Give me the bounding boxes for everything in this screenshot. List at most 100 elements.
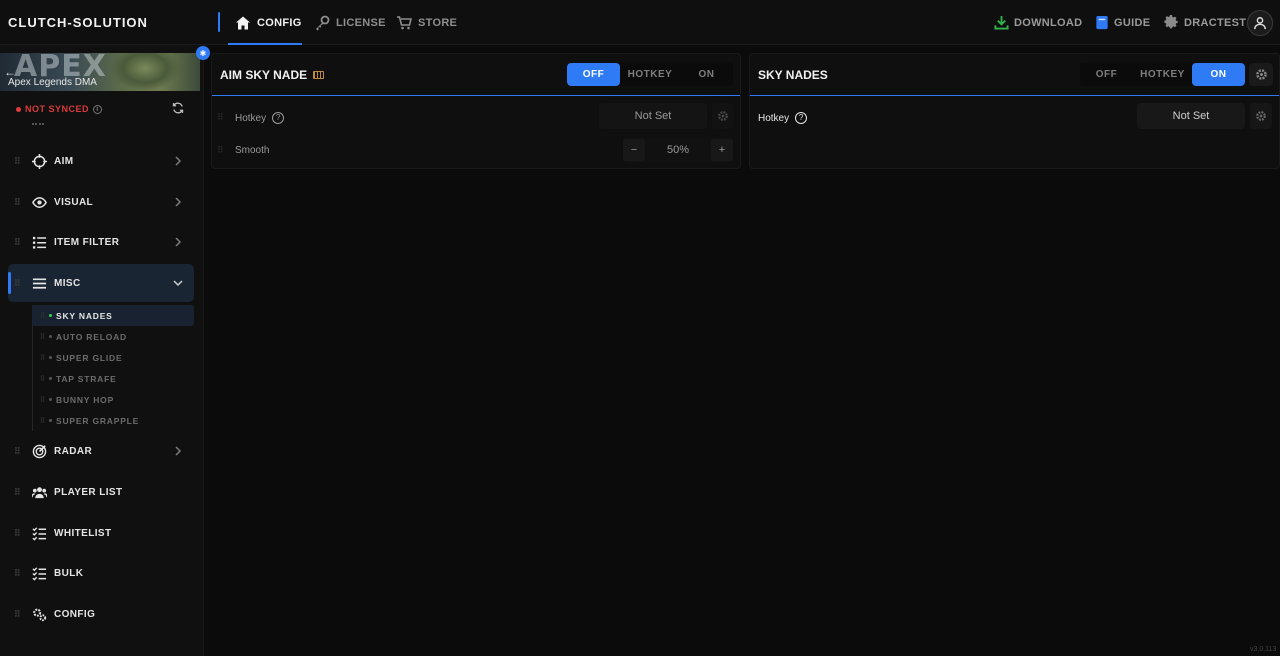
submenu-item-auto-reload[interactable]: ⠿ AUTO RELOAD	[32, 326, 194, 347]
row-label: Smooth	[235, 145, 269, 156]
tab-store-label: STORE	[418, 16, 458, 29]
sidebar-item-whitelist[interactable]: ⠿ WHITELIST	[8, 514, 194, 552]
book-icon	[1096, 15, 1108, 30]
drag-handle-icon[interactable]: ⠿	[14, 609, 21, 620]
status-dot-icon	[49, 356, 52, 359]
keyboard-icon	[313, 71, 325, 79]
toggle-off[interactable]: OFF	[567, 63, 620, 86]
smooth-value[interactable]: 50%	[645, 144, 711, 156]
sidebar-item-visual[interactable]: ⠿ VISUAL	[8, 183, 194, 221]
settings-gear-icon[interactable]	[1249, 63, 1273, 86]
chevron-right-icon	[175, 156, 182, 166]
sidebar-item-label: MISC	[54, 277, 81, 289]
settings-gear-icon[interactable]	[1250, 103, 1272, 129]
drag-handle-icon[interactable]: ⠿	[14, 528, 21, 539]
drag-handle-icon[interactable]: ⠿	[217, 112, 224, 123]
checklist-icon	[32, 567, 47, 581]
avatar[interactable]	[1247, 10, 1273, 36]
panel-title-text: AIM SKY NADE	[220, 68, 308, 82]
row-label: Hotkey ?	[758, 112, 808, 124]
settings-gear-icon[interactable]	[712, 103, 734, 129]
sidebar-item-player-list[interactable]: ⠿ PLAYER LIST	[8, 473, 194, 511]
row-hotkey: Hotkey ? Not Set	[750, 100, 1279, 133]
drag-handle-icon[interactable]: ⠿	[14, 197, 21, 208]
decrement-button[interactable]: −	[623, 139, 645, 161]
submenu-item-super-grapple[interactable]: ⠿ SUPER GRAPPLE	[32, 410, 194, 431]
drag-handle-icon[interactable]: ⠿	[14, 237, 21, 248]
guide-button[interactable]: GUIDE	[1095, 0, 1150, 45]
version-label: v3.0.113	[1250, 646, 1277, 653]
download-icon	[994, 15, 1009, 30]
submenu-item-tap-strafe[interactable]: ⠿ TAP STRAFE	[32, 368, 194, 389]
help-icon[interactable]: ?	[272, 112, 285, 124]
chevron-right-icon	[175, 197, 182, 207]
sidebar-item-radar[interactable]: ⠿ RADAR	[8, 432, 194, 470]
tab-store[interactable]: STORE	[396, 0, 457, 45]
sync-status: NOT SYNCED i	[16, 104, 103, 114]
game-banner[interactable]: APEX ← Apex Legends DMA	[0, 53, 200, 91]
brand-logo: CLUTCH-SOLUTION	[8, 15, 148, 30]
sidebar: APEX ← Apex Legends DMA ✱ NOT SYNCED i ⠿…	[0, 45, 210, 656]
sidebar-item-config[interactable]: ⠿ CONFIG	[8, 595, 194, 633]
submenu-label: SKY NADES	[56, 310, 113, 321]
submenu-label: TAP STRAFE	[56, 373, 117, 384]
key-icon	[316, 15, 330, 30]
sidebar-item-aim[interactable]: ⠿ AIM	[8, 142, 194, 180]
row-smooth: ⠿ Smooth − 50% +	[212, 133, 740, 166]
panel-header: AIM SKY NADE OFF HOTKEY ON	[212, 54, 740, 96]
drag-handle-icon[interactable]: ⠿	[14, 156, 21, 167]
submenu-label: SUPER GLIDE	[56, 352, 123, 363]
download-label: DOWNLOAD	[1014, 16, 1083, 29]
user-icon	[1254, 17, 1266, 30]
info-icon[interactable]: i	[93, 104, 103, 114]
submenu-item-bunny-hop[interactable]: ⠿ BUNNY HOP	[32, 389, 194, 410]
help-icon[interactable]: ?	[795, 112, 808, 124]
toggle-off[interactable]: OFF	[1080, 63, 1133, 86]
sidebar-item-item-filter[interactable]: ⠿ ITEM FILTER	[8, 223, 194, 261]
list-icon	[32, 236, 47, 249]
chevron-right-icon	[175, 446, 182, 456]
top-separator	[218, 12, 220, 32]
sidebar-item-label: PLAYER LIST	[54, 486, 123, 498]
status-dot-icon	[49, 398, 52, 401]
row-label: Hotkey ?	[235, 112, 285, 124]
toggle-hotkey[interactable]: HOTKEY	[620, 63, 680, 86]
misc-submenu: ⠿ SKY NADES ⠿ AUTO RELOAD ⠿ SUPER GLIDE ⠿ TA…	[32, 305, 194, 431]
tab-config[interactable]: CONFIG	[235, 0, 302, 45]
status-dot-icon	[16, 106, 21, 112]
chevron-down-icon	[173, 280, 183, 287]
increment-button[interactable]: +	[711, 139, 733, 161]
sidebar-item-bulk[interactable]: ⠿ BULK	[8, 554, 194, 592]
drag-handle-icon[interactable]: ⠿	[14, 487, 21, 498]
tab-license[interactable]: LICENSE	[314, 0, 386, 45]
top-bar: CLUTCH-SOLUTION CONFIG LICENSE STORE DOW…	[0, 0, 1280, 45]
hotkey-button[interactable]: Not Set	[599, 103, 707, 129]
toggle-on[interactable]: ON	[680, 63, 733, 86]
guide-label: GUIDE	[1114, 16, 1151, 29]
panel-sky-nades: SKY NADES OFF HOTKEY ON Hotkey ? Not Set	[749, 53, 1280, 169]
gears-icon	[33, 608, 47, 622]
refresh-icon[interactable]	[172, 102, 184, 114]
submenu-item-sky-nades[interactable]: ⠿ SKY NADES	[32, 305, 194, 326]
pin-icon[interactable]: ✱	[196, 46, 210, 60]
game-subtitle: Apex Legends DMA	[8, 77, 97, 88]
tab-config-label: CONFIG	[257, 16, 302, 29]
status-dot-icon	[49, 377, 52, 380]
drag-handle-icon[interactable]: ⠿	[14, 568, 21, 579]
user-menu[interactable]: DRACTEST	[1164, 0, 1246, 45]
drag-handle-icon[interactable]: ⠿	[14, 278, 21, 289]
menu-icon	[32, 278, 47, 289]
sidebar-item-misc[interactable]: ⠿ MISC	[8, 264, 194, 302]
submenu-label: SUPER GRAPPLE	[56, 415, 140, 426]
hotkey-label: Hotkey	[758, 112, 790, 124]
submenu-item-super-glide[interactable]: ⠿ SUPER GLIDE	[32, 347, 194, 368]
toggle-hotkey[interactable]: HOTKEY	[1133, 63, 1192, 86]
toggle-on[interactable]: ON	[1192, 63, 1245, 86]
banner-character	[110, 53, 180, 91]
drag-handle-icon[interactable]: ⠿	[14, 446, 21, 457]
panel-title: AIM SKY NADE	[220, 68, 325, 82]
hotkey-button[interactable]: Not Set	[1137, 103, 1245, 129]
download-button[interactable]: DOWNLOAD	[994, 0, 1082, 45]
drag-handle-icon[interactable]: ⠿	[217, 145, 224, 156]
submenu-label: BUNNY HOP	[56, 394, 115, 405]
